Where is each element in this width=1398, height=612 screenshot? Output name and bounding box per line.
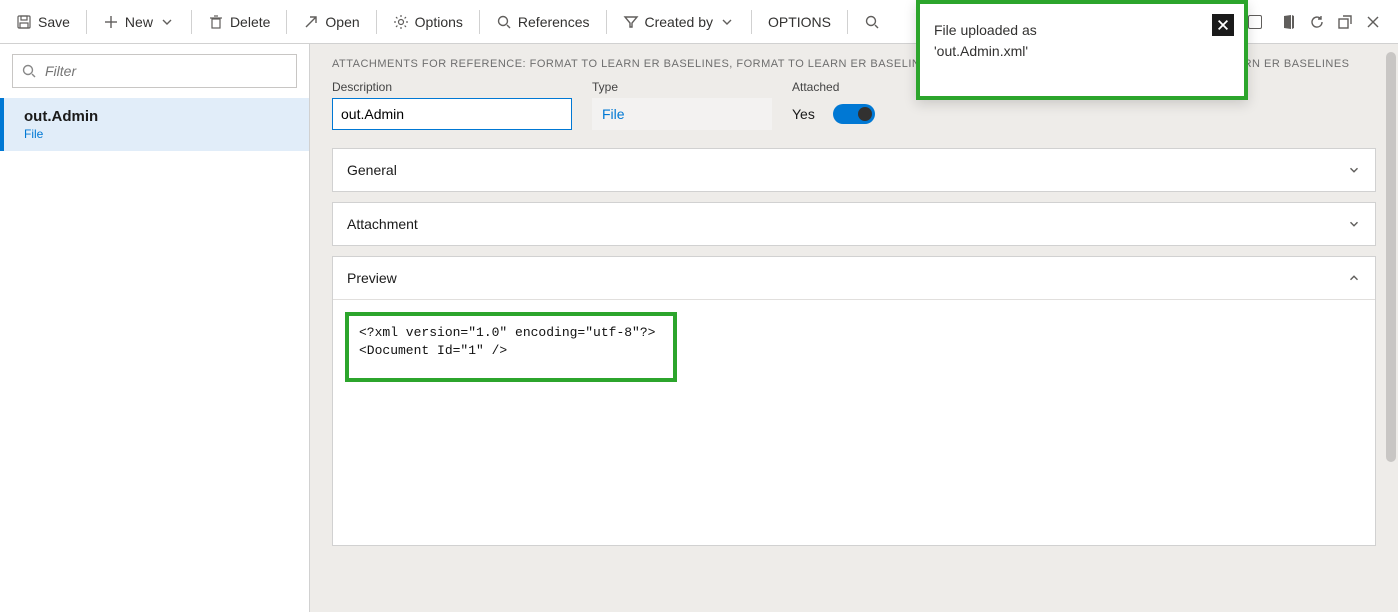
separator (606, 10, 607, 34)
description-field: Description (332, 80, 572, 130)
filter-icon (623, 14, 639, 30)
sidebar-item-sub: File (24, 127, 289, 141)
trash-icon (208, 14, 224, 30)
upload-toast: File uploaded as 'out.Admin.xml' (916, 0, 1248, 100)
section-general: General (332, 148, 1376, 192)
references-label: References (518, 14, 590, 30)
sidebar-list: out.Admin File (0, 98, 309, 612)
section-preview-head[interactable]: Preview (333, 257, 1375, 299)
references-button[interactable]: References (486, 6, 600, 38)
popout-icon[interactable] (1336, 13, 1354, 31)
attached-value: Yes (792, 106, 815, 122)
description-input[interactable] (332, 98, 572, 130)
attached-row: Yes (792, 98, 875, 130)
separator (479, 10, 480, 34)
close-icon[interactable] (1364, 13, 1382, 31)
chevron-down-icon (1347, 217, 1361, 231)
save-button[interactable]: Save (6, 6, 80, 38)
separator (751, 10, 752, 34)
toast-close-button[interactable] (1212, 14, 1234, 36)
type-field: Type File (592, 80, 772, 130)
section-general-head[interactable]: General (333, 149, 1375, 191)
separator (286, 10, 287, 34)
search-button[interactable] (854, 6, 890, 38)
sidebar: out.Admin File (0, 44, 310, 612)
chevron-up-icon (1347, 271, 1361, 285)
section-preview-title: Preview (347, 270, 397, 286)
office-icon[interactable] (1280, 13, 1298, 31)
section-attachment: Attachment (332, 202, 1376, 246)
description-label: Description (332, 80, 572, 94)
new-button[interactable]: New (93, 6, 185, 38)
new-label: New (125, 14, 153, 30)
options-button[interactable]: Options (383, 6, 473, 38)
search-icon (21, 63, 37, 79)
open-button[interactable]: Open (293, 6, 369, 38)
preview-body: <?xml version="1.0" encoding="utf-8"?> <… (333, 299, 1375, 394)
filter-wrap (0, 44, 309, 98)
chevron-down-icon (159, 14, 175, 30)
scrollbar[interactable] (1386, 52, 1396, 462)
plus-icon (103, 14, 119, 30)
type-value-text: File (602, 106, 625, 122)
filter-box[interactable] (12, 54, 297, 88)
separator (191, 10, 192, 34)
content-inner: ATTACHMENTS FOR REFERENCE: FORMAT TO LEA… (310, 44, 1398, 570)
type-value[interactable]: File (592, 98, 772, 130)
toast-line1: File uploaded as (934, 20, 1230, 41)
save-label: Save (38, 14, 70, 30)
options-caps-label: OPTIONS (768, 14, 831, 30)
delete-button[interactable]: Delete (198, 6, 280, 38)
section-attachment-title: Attachment (347, 216, 418, 232)
main: out.Admin File ATTACHMENTS FOR REFERENCE… (0, 44, 1398, 612)
search-icon (864, 14, 880, 30)
separator (847, 10, 848, 34)
delete-label: Delete (230, 14, 270, 30)
preview-line2: <Document Id="1" /> (359, 343, 507, 358)
options-label: Options (415, 14, 463, 30)
type-label: Type (592, 80, 772, 94)
attached-field: Attached Yes (792, 80, 875, 130)
section-attachment-head[interactable]: Attachment (333, 203, 1375, 245)
sidebar-item-title: out.Admin (24, 108, 289, 125)
gear-icon (393, 14, 409, 30)
chevron-down-icon (1347, 163, 1361, 177)
open-label: Open (325, 14, 359, 30)
section-preview: Preview <?xml version="1.0" encoding="ut… (332, 256, 1376, 546)
checkbox-icon[interactable] (1248, 15, 1262, 29)
options-caps-button[interactable]: OPTIONS (758, 6, 841, 38)
section-general-title: General (347, 162, 397, 178)
createdby-button[interactable]: Created by (613, 6, 745, 38)
attached-label: Attached (792, 80, 875, 94)
sidebar-item-out-admin[interactable]: out.Admin File (0, 98, 309, 151)
filter-input[interactable] (43, 62, 288, 80)
open-icon (303, 14, 319, 30)
preview-highlight: <?xml version="1.0" encoding="utf-8"?> <… (345, 312, 677, 382)
window-controls (1248, 13, 1392, 31)
refresh-icon[interactable] (1308, 13, 1326, 31)
chevron-down-icon (719, 14, 735, 30)
save-icon (16, 14, 32, 30)
attached-toggle[interactable] (833, 104, 875, 124)
content: ATTACHMENTS FOR REFERENCE: FORMAT TO LEA… (310, 44, 1398, 612)
search-icon (496, 14, 512, 30)
separator (86, 10, 87, 34)
createdby-label: Created by (645, 14, 713, 30)
separator (376, 10, 377, 34)
preview-line1: <?xml version="1.0" encoding="utf-8"?> (359, 325, 655, 340)
toast-line2: 'out.Admin.xml' (934, 41, 1230, 62)
